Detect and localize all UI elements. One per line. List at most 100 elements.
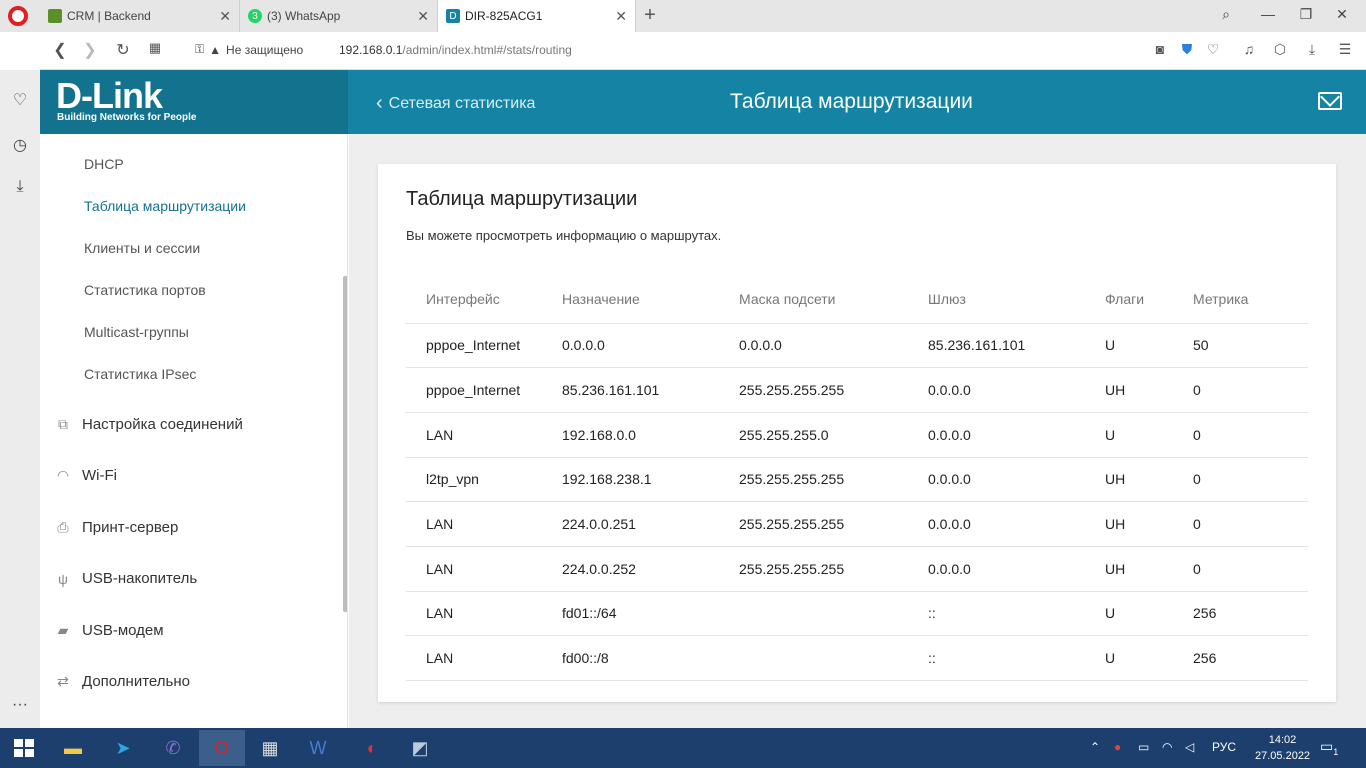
menu-item-usb-modem[interactable]: ▰ USB-модем: [54, 622, 164, 639]
clock[interactable]: 14:02 27.05.2022: [1255, 732, 1310, 764]
arrows-icon: ⇄: [57, 673, 69, 689]
wifi-tray-icon[interactable]: ◠: [1162, 740, 1172, 754]
clock-date: 27.05.2022: [1255, 750, 1311, 762]
table-row: LAN fd00::/8:: U 256: [406, 635, 1308, 681]
download-icon[interactable]: ⤓: [1303, 41, 1321, 58]
dlink-favicon-icon: D: [446, 9, 460, 23]
close-icon[interactable]: ✕: [219, 8, 231, 25]
menu-item-label: Wi-Fi: [82, 467, 117, 484]
chevron-left-icon: ‹: [376, 92, 383, 114]
back-link[interactable]: ‹ Сетевая статистика: [376, 92, 535, 115]
back-link-label: Сетевая статистика: [388, 94, 536, 112]
table-row: l2tp_vpn 192.168.238.1 255.255.255.255 0.0.…: [406, 457, 1308, 503]
url-field[interactable]: 192.168.0.1/admin/index.html#/stats/rout…: [339, 43, 572, 57]
cell-flags: U: [1105, 412, 1193, 458]
security-indicator[interactable]: ⚿ ▲ Не защищено: [195, 42, 303, 57]
printer-icon: ⎙: [57, 519, 69, 535]
menu-item-port-stats[interactable]: Статистика портов: [84, 282, 206, 298]
reload-button[interactable]: ↻: [113, 40, 133, 60]
back-button[interactable]: ❮: [50, 40, 70, 60]
speed-dial-icon[interactable]: ▦: [145, 40, 165, 56]
new-tab-button[interactable]: +: [640, 4, 660, 27]
minimize-button[interactable]: —: [1256, 6, 1280, 22]
cell-interface: pppoe_Internet: [406, 367, 562, 413]
telegram-icon[interactable]: ➤: [100, 730, 146, 766]
cell-gateway: 0.0.0.0: [928, 457, 1105, 503]
cell-netmask: [739, 591, 928, 637]
tab-whatsapp[interactable]: 3 (3) WhatsApp ✕: [240, 0, 438, 32]
menu-item-multicast[interactable]: Multicast-группы: [84, 324, 189, 340]
menu-item-connections[interactable]: ⧉ Настройка соединений: [54, 416, 243, 433]
download-icon[interactable]: ⤓: [9, 178, 31, 196]
cell-interface: l2tp_vpn: [406, 457, 562, 503]
menu-item-wifi[interactable]: ◠ Wi-Fi: [54, 467, 117, 484]
windows-start-icon[interactable]: [14, 739, 34, 757]
chevron-up-icon[interactable]: ⌃: [1090, 740, 1100, 754]
menu-item-label: USB-накопитель: [82, 570, 198, 587]
close-window-button[interactable]: ✕: [1330, 6, 1354, 23]
camera-icon[interactable]: ◙: [1151, 41, 1169, 57]
file-explorer-icon[interactable]: ▬: [50, 730, 96, 766]
table-row: LAN 224.0.0.251 255.255.255.255 0.0.0.0 UH 0: [406, 501, 1308, 547]
menu-item-print-server[interactable]: ⎙ Принт-сервер: [54, 519, 178, 536]
mail-icon[interactable]: [1318, 92, 1342, 110]
heart-icon[interactable]: ♡: [1204, 41, 1222, 58]
cell-metric: 0: [1193, 412, 1308, 458]
cell-flags: U: [1105, 323, 1193, 369]
more-icon[interactable]: ···: [9, 696, 31, 714]
app-icon[interactable]: ◐: [349, 730, 395, 766]
forward-button[interactable]: ❯: [80, 40, 100, 60]
viber-icon[interactable]: ✆: [150, 730, 196, 766]
menu-item-clients-sessions[interactable]: Клиенты и сессии: [84, 240, 200, 256]
table-row: pppoe_Internet 0.0.0.0 0.0.0.0 85.236.161.1…: [406, 323, 1308, 369]
cell-gateway: ::: [928, 635, 1105, 681]
language-indicator[interactable]: РУС: [1212, 740, 1236, 754]
cube-icon[interactable]: ⬡: [1271, 41, 1289, 58]
volume-icon[interactable]: ◁: [1185, 740, 1194, 754]
tab-dlink[interactable]: D DIR-825ACG1 ✕: [438, 0, 636, 32]
opera-taskbar-icon[interactable]: O: [199, 730, 245, 766]
app-window-icon[interactable]: ◩: [397, 730, 443, 766]
search-tabs-icon[interactable]: ⌕: [1214, 6, 1238, 23]
menu-item-dhcp[interactable]: DHCP: [84, 156, 124, 172]
cell-interface: LAN: [406, 546, 562, 592]
close-icon[interactable]: ✕: [615, 8, 627, 25]
browser-sidebar: ♡ ◷ ⤓ ···: [0, 70, 40, 728]
menu-item-routing-table[interactable]: Таблица маршрутизации: [84, 198, 246, 214]
url-path: /admin/index.html#/stats/routing: [402, 43, 572, 57]
menu-item-usb-storage[interactable]: ψ USB-накопитель: [54, 570, 197, 587]
cell-netmask: 0.0.0.0: [739, 323, 928, 369]
cell-interface: pppoe_Internet: [406, 323, 562, 369]
menu-item-advanced[interactable]: ⇄ Дополнительно: [54, 673, 190, 690]
notification-icon[interactable]: ▭1: [1320, 738, 1338, 757]
usb-icon: ψ: [58, 570, 68, 587]
cell-destination: 224.0.0.252: [562, 546, 739, 592]
heart-icon[interactable]: ♡: [9, 90, 31, 110]
dlink-logo[interactable]: D-Link: [56, 78, 163, 114]
menu-item-ipsec-stats[interactable]: Статистика IPsec: [84, 366, 196, 382]
calculator-icon[interactable]: ▦: [247, 730, 293, 766]
menu-scrollbar[interactable]: [343, 276, 347, 612]
menu-item-label: Принт-сервер: [82, 519, 179, 536]
logo-area: D-Link Building Networks for People: [40, 70, 348, 134]
table-row: LAN 192.168.0.0 255.255.255.0 0.0.0.0 U 0: [406, 412, 1308, 458]
close-icon[interactable]: ✕: [417, 8, 429, 25]
cell-netmask: 255.255.255.0: [739, 412, 928, 458]
opera-menu-icon[interactable]: [8, 6, 28, 26]
music-icon[interactable]: ♫: [1240, 41, 1258, 57]
menu-item-label: Настройка соединений: [82, 416, 243, 433]
history-icon[interactable]: ◷: [9, 135, 31, 155]
maximize-button[interactable]: ❐: [1294, 6, 1318, 23]
column-header: Интерфейс: [406, 276, 562, 324]
shield-icon[interactable]: ⛊: [1178, 41, 1196, 58]
battery-icon[interactable]: ▭: [1138, 740, 1149, 754]
menu-icon[interactable]: ☰: [1336, 41, 1354, 58]
tab-crm[interactable]: CRM | Backend ✕: [40, 0, 240, 32]
cell-netmask: 255.255.255.255: [739, 546, 928, 592]
word-icon[interactable]: W: [295, 730, 341, 766]
cell-destination: fd01::/64: [562, 591, 739, 637]
routing-card: Таблица маршрутизации Вы можете просмотр…: [378, 164, 1336, 702]
cell-destination: 192.168.238.1: [562, 457, 739, 503]
cell-gateway: 0.0.0.0: [928, 546, 1105, 592]
antivirus-icon[interactable]: ●: [1114, 740, 1121, 754]
